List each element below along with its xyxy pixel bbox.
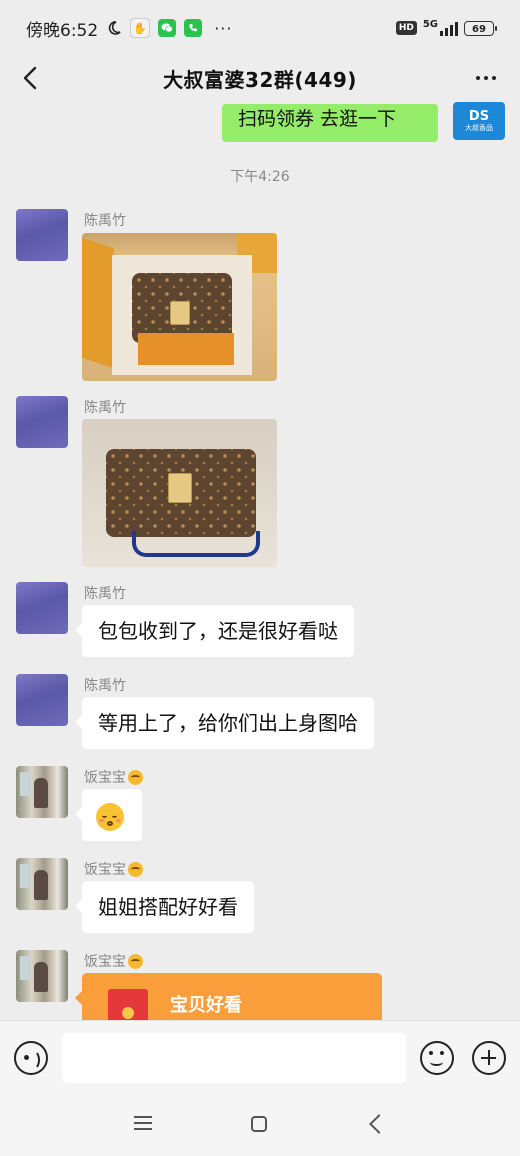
back-button[interactable] <box>16 64 44 92</box>
emoji-message-bubble[interactable] <box>75 789 142 841</box>
avatar[interactable] <box>16 396 68 448</box>
blush-emoji-icon <box>96 802 124 831</box>
more-actions-button[interactable] <box>472 1041 506 1075</box>
bag-clasp <box>170 301 190 325</box>
sender-name: 陈禹竹 <box>84 678 126 694</box>
avatar[interactable] <box>16 674 68 726</box>
home-button[interactable] <box>251 1116 267 1132</box>
image-message[interactable] <box>82 233 277 381</box>
avatar-figure <box>34 778 48 808</box>
sender-name: 饭宝宝 <box>84 954 126 970</box>
system-nav-bar <box>0 1094 520 1156</box>
avatar[interactable] <box>16 766 68 818</box>
sender-name-row: 饭宝宝 <box>84 859 143 879</box>
wechat-icon <box>158 19 177 37</box>
chat-screen: 傍晚6:52 ✋ ··· HD 5G 69 大叔富婆32群(449) 扫码领券 … <box>0 0 520 1156</box>
status-left: 傍晚6:52 ✋ ··· <box>26 16 232 41</box>
image-message[interactable] <box>82 419 277 567</box>
avatar[interactable] <box>16 858 68 910</box>
more-notifications-icon: ··· <box>214 18 233 38</box>
avatar-figure <box>34 962 48 992</box>
sender-name-row: 饭宝宝 <box>84 951 143 971</box>
message-text: 包包收到了，还是很好看哒 <box>98 619 338 643</box>
status-time: 傍晚6:52 <box>26 20 99 41</box>
dot <box>484 76 488 80</box>
phone-app-icon <box>184 19 203 37</box>
emoji-mouth <box>107 820 113 826</box>
self-message-bubble[interactable]: 扫码领券 去逛一下 <box>222 104 438 142</box>
text-message-bubble[interactable]: 姐姐搭配好好看 <box>75 881 254 933</box>
sender-name-row: 饭宝宝 <box>84 767 143 787</box>
avatar[interactable] <box>16 582 68 634</box>
status-bar: 傍晚6:52 ✋ ··· HD 5G 69 <box>0 0 520 56</box>
hd-badge: HD <box>395 21 417 35</box>
voice-input-button[interactable] <box>14 1041 48 1075</box>
self-avatar[interactable]: DS 大叔香品 <box>453 102 505 140</box>
message-text: 姐姐搭配好好看 <box>98 895 238 919</box>
emoji-button[interactable] <box>420 1041 454 1075</box>
red-packet-text: 宝贝好看 <box>170 995 242 1016</box>
battery-icon: 69 <box>464 20 497 36</box>
network-label: 5G <box>422 18 438 30</box>
recent-apps-button[interactable] <box>134 1116 152 1132</box>
chat-header: 大叔富婆32群(449) <box>0 56 520 100</box>
brand-logo-icon: DS <box>468 108 490 124</box>
red-packet-message[interactable]: 宝贝好看 <box>75 973 382 1020</box>
avatar[interactable] <box>16 950 68 1002</box>
hand-app-icon: ✋ <box>130 18 151 38</box>
avatar-window <box>20 864 30 888</box>
message-text: 等用上了，给你们出上身图哈 <box>98 711 358 735</box>
smile-emoji-icon <box>128 769 143 785</box>
smile-emoji-icon <box>128 861 143 877</box>
dust-pouch <box>138 333 234 365</box>
emoji-blush <box>116 818 121 822</box>
chat-title: 大叔富婆32群(449) <box>163 67 357 92</box>
emoji-blush <box>99 818 104 822</box>
more-options-button[interactable] <box>472 64 500 92</box>
red-packet-icon <box>108 989 148 1020</box>
sender-name: 饭宝宝 <box>84 770 126 786</box>
bag-clasp <box>168 473 192 503</box>
system-back-button[interactable] <box>369 1114 389 1134</box>
sender-name: 陈禹竹 <box>84 213 126 229</box>
sender-name: 饭宝宝 <box>84 862 126 878</box>
sender-name: 陈禹竹 <box>84 586 126 602</box>
dot <box>492 76 496 80</box>
avatar-window <box>20 956 30 980</box>
smile-emoji-icon <box>128 953 143 969</box>
sender-name: 陈禹竹 <box>84 400 126 416</box>
signal-icon <box>440 20 458 36</box>
message-list[interactable]: 扫码领券 去逛一下 DS 大叔香品 下午4:26 陈禹竹 陈禹竹 陈禹竹 包包收… <box>0 100 520 1020</box>
message-input[interactable] <box>62 1033 406 1083</box>
self-avatar-text: 大叔香品 <box>465 123 493 132</box>
timestamp: 下午4:26 <box>230 169 290 185</box>
text-message-bubble[interactable]: 等用上了，给你们出上身图哈 <box>75 697 374 749</box>
bag-strap <box>132 531 260 557</box>
moon-icon <box>106 20 122 36</box>
avatar-figure <box>34 870 48 900</box>
dot <box>476 76 480 80</box>
box-flap <box>82 237 114 369</box>
text-message-bubble[interactable]: 包包收到了，还是很好看哒 <box>75 605 354 657</box>
input-bar <box>0 1020 520 1095</box>
avatar[interactable] <box>16 209 68 261</box>
avatar-window <box>20 772 30 796</box>
self-message-text: 扫码领券 去逛一下 <box>238 108 397 130</box>
chevron-left-icon <box>23 66 37 90</box>
status-right: HD 5G 69 <box>395 18 497 36</box>
